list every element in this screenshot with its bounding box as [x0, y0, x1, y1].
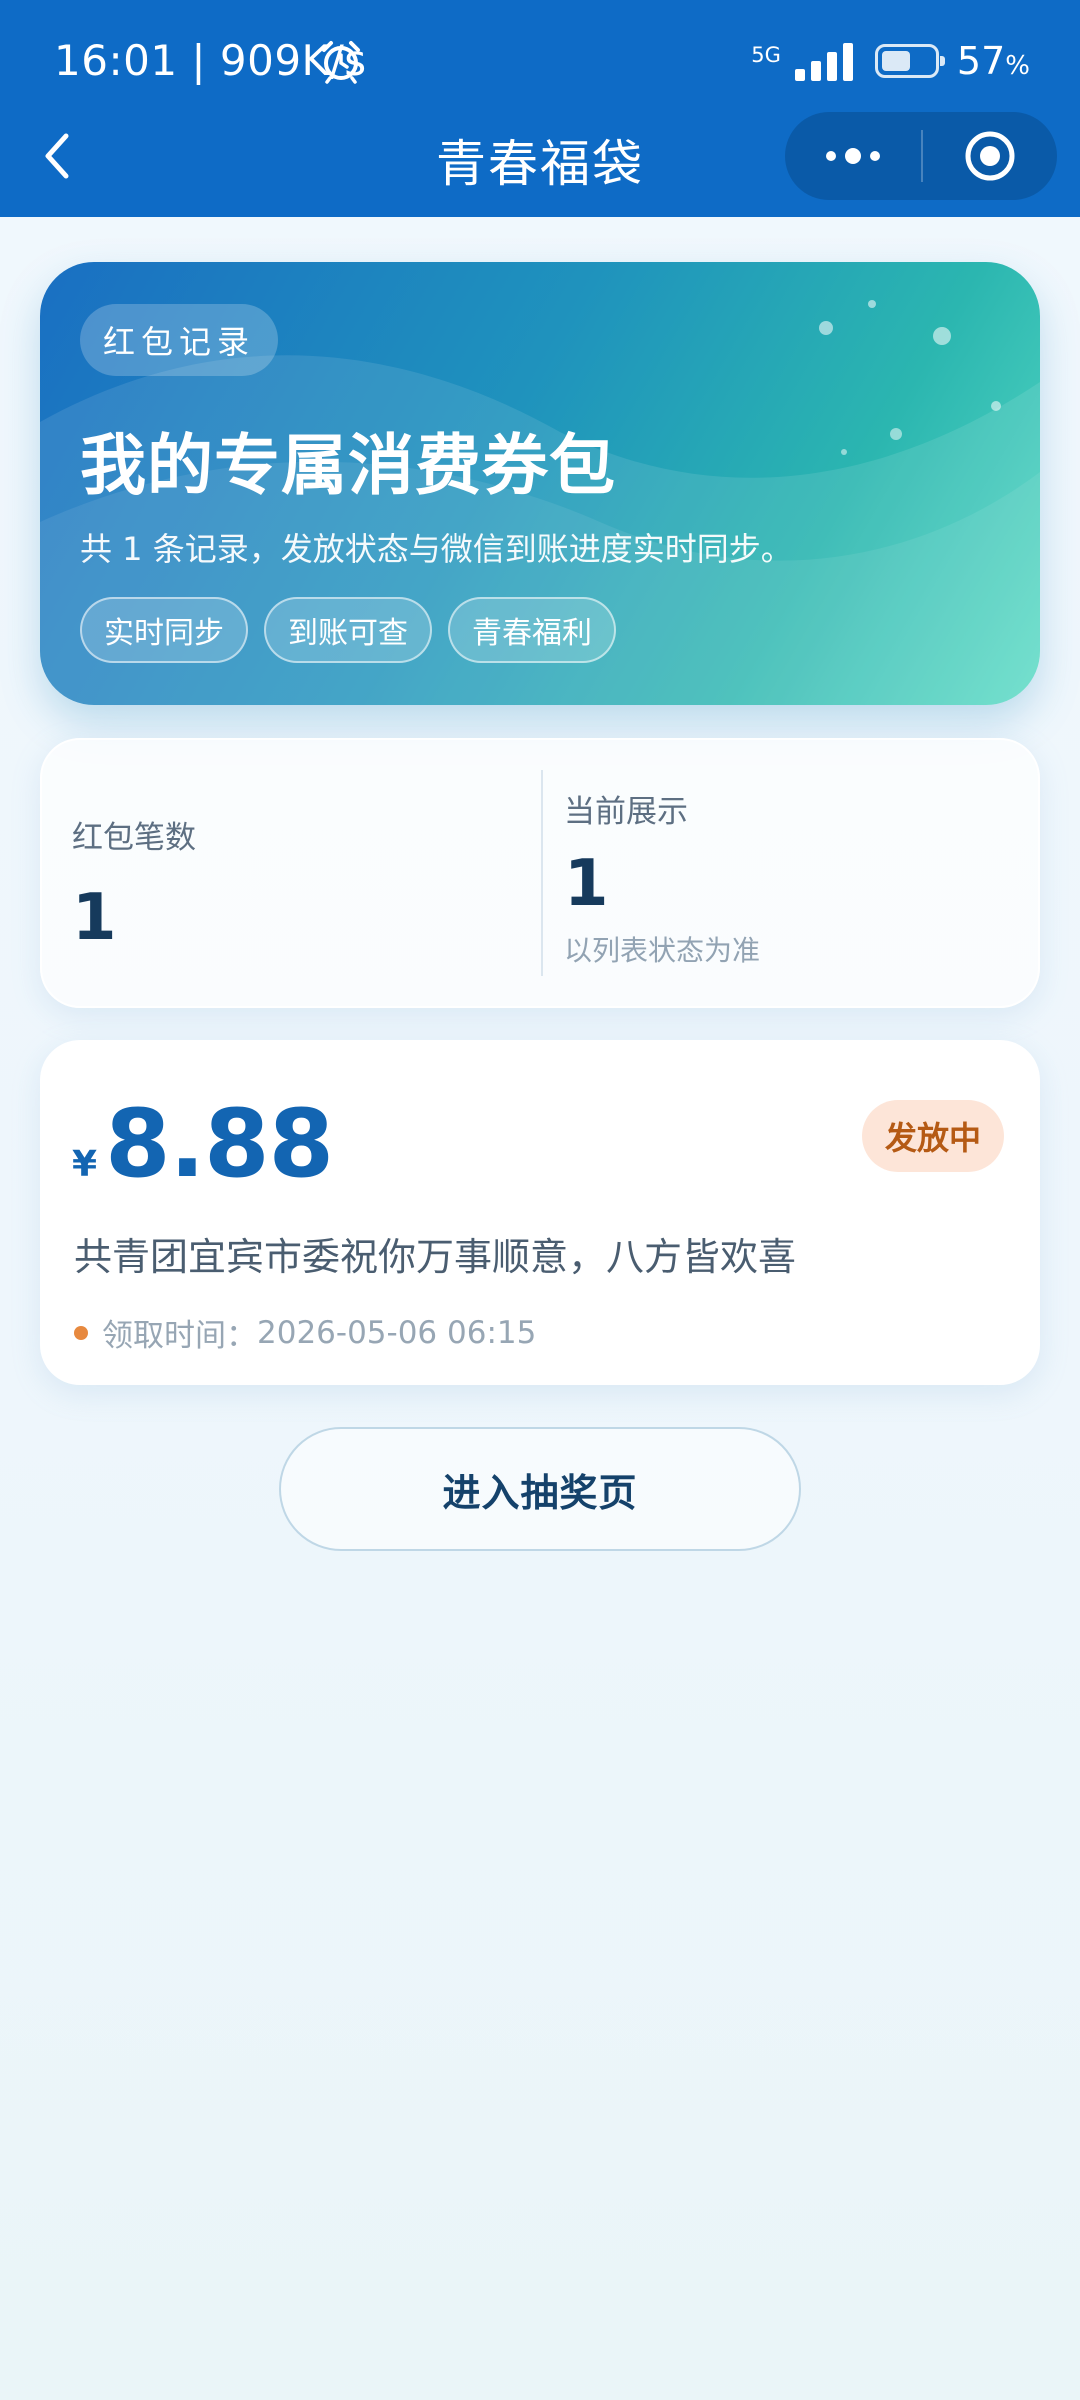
stat-label: 当前展示 — [564, 794, 688, 830]
tag-realtime-sync: 实时同步 — [80, 597, 248, 663]
hero-banner: 红包记录 我的专属消费券包 共 1 条记录，发放状态与微信到账进度实时同步。 实… — [40, 262, 1040, 705]
amount-value: 8.88 — [105, 1090, 334, 1199]
top-bar: 16:01 | 909K/s 5G 57% 青春福袋 — [0, 0, 1080, 217]
miniprogram-capsule — [785, 112, 1057, 200]
tag-youth-welfare: 青春福利 — [448, 597, 616, 663]
network-type: 5G — [751, 43, 781, 67]
status-indicators: 5G 57% — [751, 36, 1030, 86]
currency-symbol: ¥ — [72, 1144, 98, 1185]
enter-lottery-button[interactable]: 进入抽奖页 — [279, 1427, 801, 1551]
stats-divider — [541, 770, 543, 976]
receive-time-label: 领取时间： — [102, 1318, 257, 1354]
battery-percentage: 57% — [956, 39, 1030, 83]
stat-label: 红包笔数 — [72, 820, 196, 856]
stat-packet-count: 红包笔数 1 — [72, 812, 196, 955]
battery-icon — [874, 44, 945, 78]
red-packet-card[interactable]: ¥ 8.88 发放中 共青团宜宾市委祝你万事顺意，八方皆欢喜 领取时间： 202… — [40, 1040, 1040, 1385]
packet-blessing: 共青团宜宾市委祝你万事顺意，八方皆欢喜 — [74, 1235, 797, 1279]
signal-icon — [789, 41, 853, 81]
alarm-icon — [322, 41, 360, 84]
close-miniprogram-button[interactable] — [923, 112, 1057, 200]
stat-value: 1 — [72, 881, 117, 955]
hero-description: 共 1 条记录，发放状态与微信到账进度实时同步。 — [80, 530, 793, 568]
hero-tags: 实时同步 到账可查 青春福利 — [80, 597, 632, 663]
target-icon — [965, 131, 1015, 181]
receive-time-value: 2026-05-06 06:15 — [257, 1314, 537, 1351]
hero-title: 我的专属消费券包 — [80, 427, 616, 504]
more-icon — [826, 148, 880, 164]
stats-card: 红包笔数 1 当前展示 1 以列表状态为准 — [40, 738, 1040, 1008]
stat-note: 以列表状态为准 — [564, 934, 761, 967]
battery-fill — [881, 51, 910, 71]
status-badge: 发放中 — [862, 1100, 1004, 1172]
receive-time: 领取时间： 2026-05-06 06:15 — [74, 1310, 536, 1355]
packet-amount: ¥ 8.88 — [72, 1090, 334, 1199]
more-button[interactable] — [785, 112, 921, 200]
stat-current-display: 当前展示 1 以列表状态为准 — [564, 786, 760, 969]
tag-arrival-check: 到账可查 — [264, 597, 432, 663]
stat-value: 1 — [564, 847, 609, 921]
time-dot-icon — [74, 1325, 88, 1340]
record-chip: 红包记录 — [80, 304, 278, 376]
